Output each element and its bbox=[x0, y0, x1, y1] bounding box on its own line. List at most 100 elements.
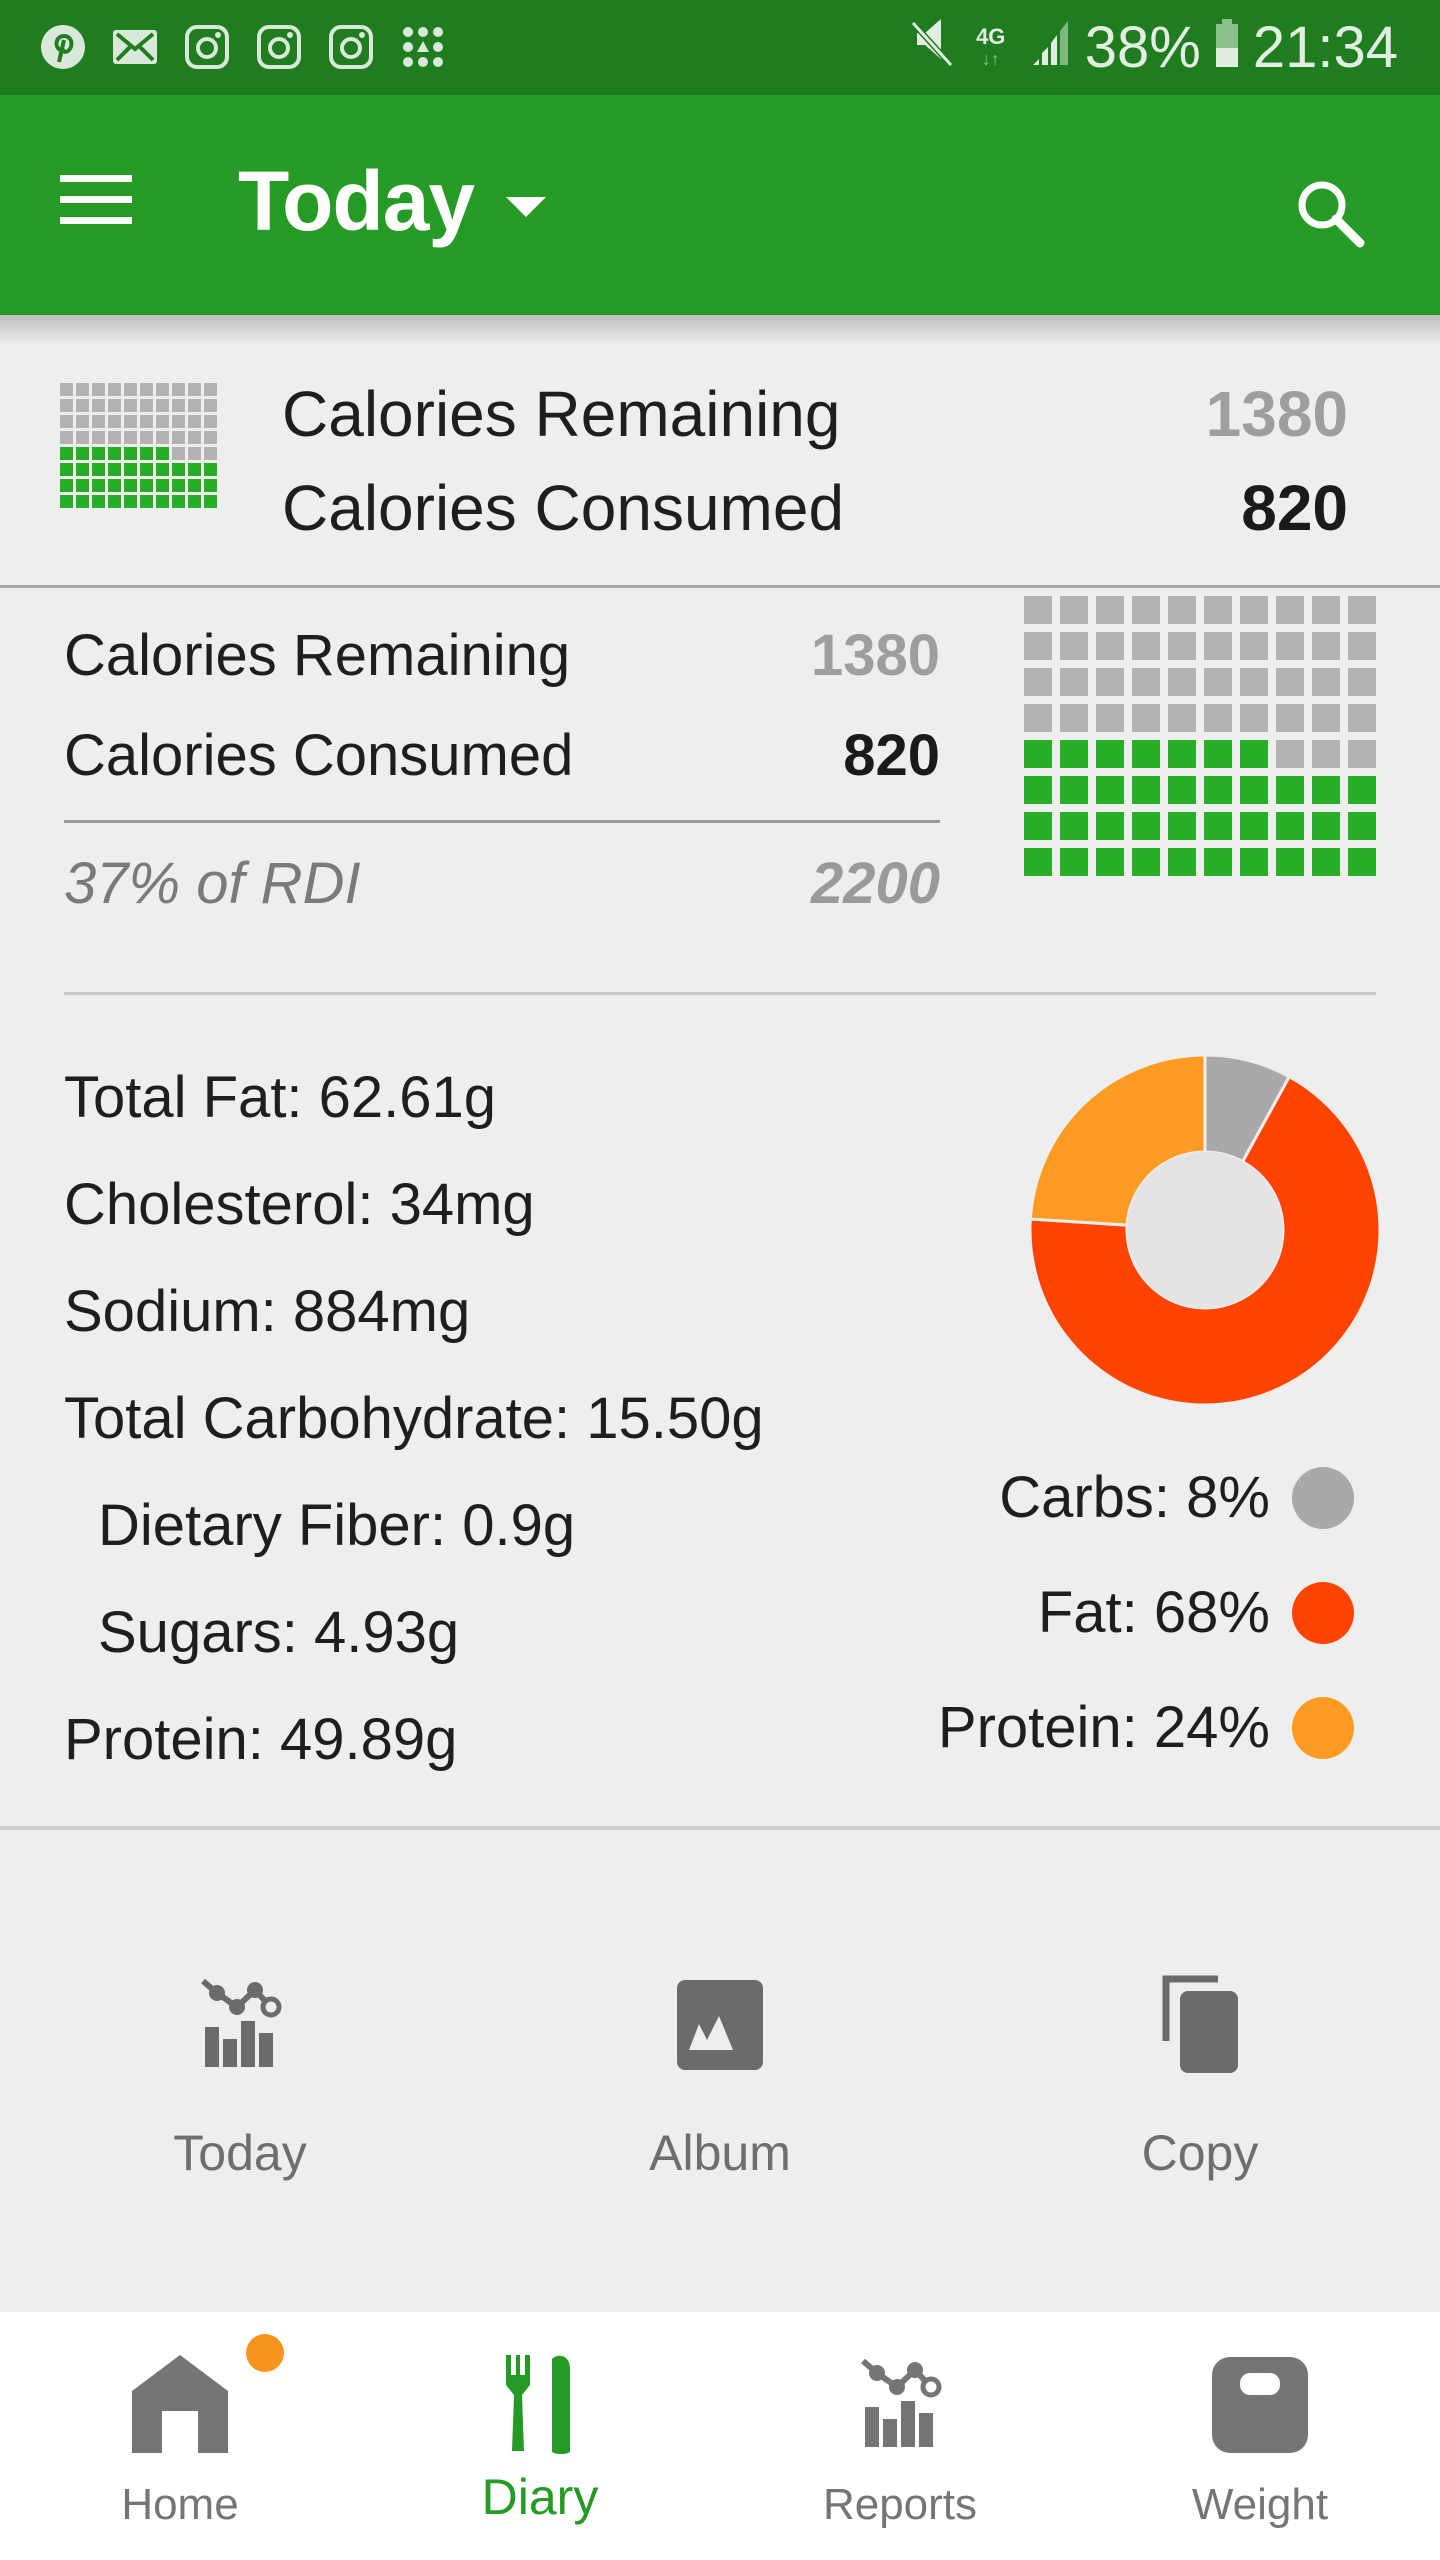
nutrient-item: Dietary Fiber: 0.9g bbox=[98, 1493, 576, 1558]
calories-consumed-label: Calories Consumed bbox=[64, 723, 574, 788]
grid-cell-empty bbox=[92, 399, 105, 412]
legend-item-protein: Protein: 24% bbox=[938, 1670, 1354, 1785]
grid-cell-empty bbox=[1276, 740, 1304, 768]
nav-label: Reports bbox=[822, 2480, 978, 2529]
rdi-row: 37% of RDI 2200 bbox=[64, 850, 940, 917]
grid-cell-filled bbox=[1060, 740, 1088, 768]
nutrient-item: Total Carbohydrate: 15.50g bbox=[64, 1386, 764, 1451]
summary-remaining-row: Calories Remaining 1380 bbox=[282, 377, 1348, 451]
home-icon bbox=[125, 2350, 235, 2460]
fork-knife-icon bbox=[485, 2350, 595, 2460]
grid-cell-filled bbox=[92, 479, 105, 492]
grid-cell-empty bbox=[1348, 632, 1376, 660]
grid-cell-empty bbox=[1312, 740, 1340, 768]
grid-cell-filled bbox=[1348, 848, 1376, 876]
grid-cell-filled bbox=[124, 447, 137, 460]
legend-item-fat: Fat: 68% bbox=[938, 1555, 1354, 1670]
grid-cell-filled bbox=[1204, 812, 1232, 840]
grid-cell-empty bbox=[1312, 632, 1340, 660]
grid-cell-empty bbox=[204, 383, 217, 396]
actions-divider bbox=[0, 1826, 1440, 1830]
page-title: Today bbox=[238, 154, 475, 248]
grid-cell-filled bbox=[1276, 848, 1304, 876]
grid-cell-empty bbox=[1312, 668, 1340, 696]
macro-donut-chart bbox=[1028, 1053, 1382, 1407]
grid-cell-empty bbox=[1348, 596, 1376, 624]
grid-cell-empty bbox=[156, 399, 169, 412]
photo-album-icon bbox=[665, 1970, 775, 2080]
grid-cell-empty bbox=[1096, 668, 1124, 696]
grid-cell-filled bbox=[1312, 776, 1340, 804]
grid-cell-empty bbox=[1348, 740, 1376, 768]
grid-cell-empty bbox=[1168, 704, 1196, 732]
grid-cell-empty bbox=[188, 431, 201, 444]
grid-cell-filled bbox=[1024, 812, 1052, 840]
summary-consumed-row: Calories Consumed 820 bbox=[282, 471, 1348, 545]
grid-cell-empty bbox=[188, 383, 201, 396]
nav-weight[interactable]: Weight bbox=[1080, 2312, 1440, 2560]
grid-cell-filled bbox=[1096, 740, 1124, 768]
grid-cell-empty bbox=[1348, 668, 1376, 696]
nav-reports[interactable]: Reports bbox=[720, 2312, 1080, 2560]
action-label: Today bbox=[173, 2125, 307, 2181]
grid-cell-filled bbox=[1240, 776, 1268, 804]
grid-cell-filled bbox=[1240, 848, 1268, 876]
grid-cell-filled bbox=[204, 463, 217, 476]
chart-report-icon bbox=[185, 1970, 295, 2080]
grid-cell-filled bbox=[1348, 776, 1376, 804]
grid-cell-empty bbox=[156, 383, 169, 396]
grid-cell-empty bbox=[140, 383, 153, 396]
battery-percent: 38% bbox=[1084, 15, 1201, 80]
grid-cell-filled bbox=[156, 463, 169, 476]
grid-cell-filled bbox=[1276, 776, 1304, 804]
search-button[interactable] bbox=[1290, 173, 1370, 253]
grid-cell-empty bbox=[1204, 668, 1232, 696]
grid-cell-filled bbox=[124, 479, 137, 492]
grid-cell-empty bbox=[92, 415, 105, 428]
grid-cell-filled bbox=[1168, 740, 1196, 768]
grid-cell-filled bbox=[60, 447, 73, 460]
grid-cell-filled bbox=[1060, 848, 1088, 876]
grid-cell-empty bbox=[156, 431, 169, 444]
grid-cell-empty bbox=[1168, 632, 1196, 660]
grid-cell-empty bbox=[1132, 632, 1160, 660]
grid-cell-filled bbox=[1132, 812, 1160, 840]
legend-color-dot bbox=[1292, 1466, 1354, 1529]
nav-diary[interactable]: Diary bbox=[360, 2312, 720, 2560]
grid-cell-filled bbox=[1204, 776, 1232, 804]
grid-cell-filled bbox=[1312, 812, 1340, 840]
grid-cell-empty bbox=[108, 399, 121, 412]
nutrient-item: Cholesterol: 34mg bbox=[64, 1172, 535, 1237]
copy-button[interactable]: Copy bbox=[960, 1970, 1440, 2182]
grid-cell-filled bbox=[124, 463, 137, 476]
grid-cell-empty bbox=[172, 415, 185, 428]
grid-cell-empty bbox=[60, 383, 73, 396]
grid-cell-filled bbox=[1132, 848, 1160, 876]
grid-cell-empty bbox=[76, 431, 89, 444]
grid-cell-empty bbox=[124, 383, 137, 396]
nutrient-list: Total Fat: 62.61g Cholesterol: 34mg Sodium… bbox=[64, 1062, 764, 1811]
grid-cell-empty bbox=[188, 415, 201, 428]
grid-cell-empty bbox=[124, 399, 137, 412]
grid-cell-filled bbox=[1168, 812, 1196, 840]
nutrient-item: Sodium: 884mg bbox=[64, 1279, 471, 1344]
legend-label: Protein: 24% bbox=[937, 1695, 1270, 1760]
album-button[interactable]: Album bbox=[480, 1970, 960, 2182]
grid-cell-empty bbox=[1168, 668, 1196, 696]
grid-cell-empty bbox=[124, 415, 137, 428]
today-report-button[interactable]: Today bbox=[0, 1970, 480, 2182]
grid-cell-empty bbox=[108, 415, 121, 428]
grid-cell-empty bbox=[1024, 704, 1052, 732]
grid-cell-filled bbox=[140, 463, 153, 476]
nav-home[interactable]: Home bbox=[0, 2312, 360, 2560]
apps-grid-icon bbox=[398, 22, 448, 72]
grid-cell-empty bbox=[1060, 596, 1088, 624]
action-label: Album bbox=[649, 2125, 791, 2181]
grid-cell-filled bbox=[60, 495, 73, 508]
grid-cell-filled bbox=[1204, 848, 1232, 876]
menu-button[interactable] bbox=[56, 175, 136, 235]
date-dropdown[interactable]: Today bbox=[238, 153, 547, 250]
grid-cell-empty bbox=[76, 415, 89, 428]
nav-label: Diary bbox=[481, 2469, 599, 2525]
status-bar: 4G ↓↑ 38% 21:34 bbox=[0, 0, 1440, 95]
